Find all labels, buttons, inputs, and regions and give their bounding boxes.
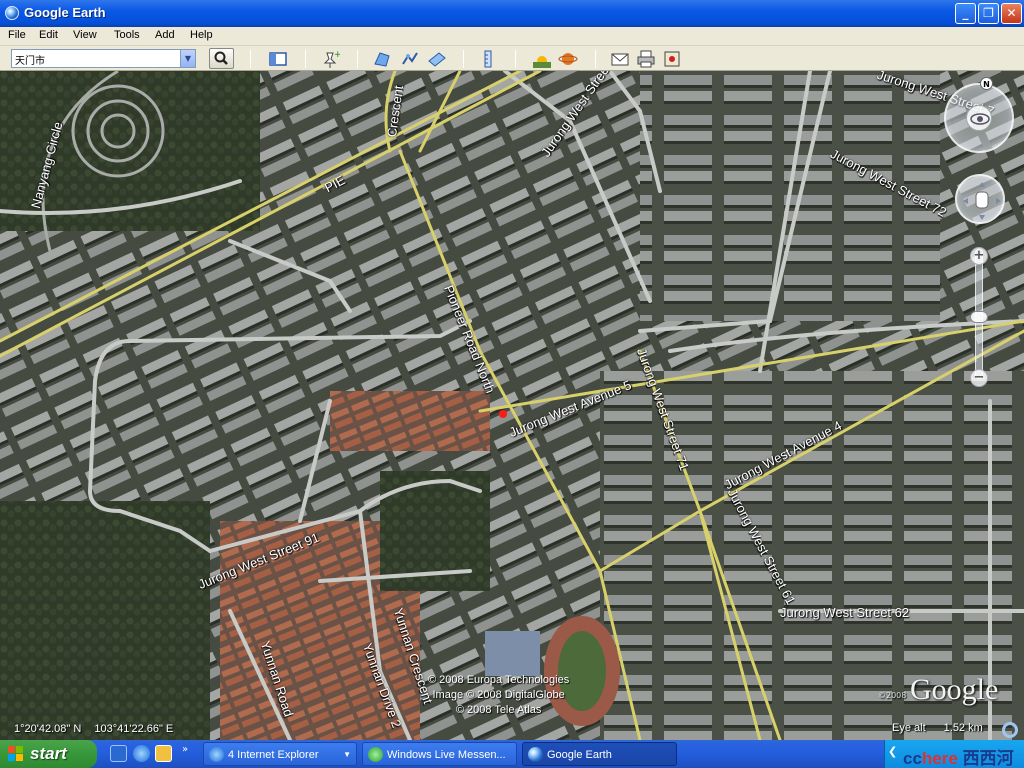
view-in-maps-icon[interactable] <box>662 49 682 69</box>
quick-launch-media-icon[interactable] <box>155 745 172 762</box>
toolbar: 天门市 ▼ + <box>0 46 1024 71</box>
task-internet-explorer[interactable]: 4 Internet Explorer ▼ <box>203 742 357 766</box>
search-input[interactable]: 天门市 <box>11 49 196 68</box>
task-google-earth[interactable]: Google Earth <box>522 742 677 766</box>
look-joystick[interactable] <box>944 83 1014 153</box>
move-joystick[interactable] <box>955 174 1005 224</box>
google-copyright-small: ©2008 <box>878 691 907 700</box>
toolbar-separator <box>515 50 516 68</box>
ruler-icon[interactable] <box>478 49 498 69</box>
eye-altitude: Eye alt 1.52 km <box>892 722 983 734</box>
windows-logo-icon <box>8 746 24 762</box>
quick-launch-windows-icon[interactable] <box>110 745 127 762</box>
sunlight-icon[interactable] <box>532 49 552 69</box>
minimize-button[interactable]: _ <box>955 3 976 24</box>
email-icon[interactable] <box>610 49 630 69</box>
menu-add[interactable]: Add <box>155 29 175 41</box>
zoom-out-button[interactable]: − <box>970 369 988 387</box>
menu-file[interactable]: File <box>8 29 26 41</box>
longitude: 103°41'22.66" E <box>94 723 174 735</box>
tray-expand-icon[interactable]: ❮ <box>888 745 897 758</box>
google-earth-icon <box>5 6 19 20</box>
latitude: 1°20'42.08" N <box>14 723 82 735</box>
menu-tools[interactable]: Tools <box>114 29 140 41</box>
map-view[interactable]: Nanyang Circle Crescent PIE Jurong West … <box>0 71 1024 740</box>
imagery-copyright: © 2008 Europa Technologies Image © 2008 … <box>428 674 570 716</box>
window-title: Google Earth <box>24 5 106 20</box>
messenger-icon <box>368 747 383 762</box>
maximize-button[interactable]: ❐ <box>978 3 999 24</box>
add-path-icon[interactable] <box>400 49 420 69</box>
tray-watermark: cchere 西西河 <box>903 749 1014 768</box>
quick-launch-ie-icon[interactable] <box>133 745 150 762</box>
toolbar-separator <box>305 50 306 68</box>
search-icon <box>214 51 228 65</box>
search-button[interactable] <box>209 48 234 69</box>
start-button[interactable]: start <box>0 740 97 768</box>
location-marker <box>499 410 507 418</box>
system-tray: ❮ cchere 西西河 <box>884 740 1024 768</box>
zoom-slider-thumb[interactable] <box>970 311 988 323</box>
north-indicator[interactable]: N <box>980 77 993 90</box>
add-polygon-icon[interactable] <box>372 49 392 69</box>
menu-edit[interactable]: Edit <box>39 29 58 41</box>
add-placemark-icon[interactable]: + <box>320 49 340 69</box>
streaming-progress-icon <box>1002 722 1018 738</box>
chevron-down-icon[interactable]: ▼ <box>180 50 195 67</box>
eye-icon <box>966 105 992 131</box>
toolbar-separator <box>463 50 464 68</box>
coordinates-readout: 1°20'42.08" N 103°41'22.66" E <box>14 723 183 735</box>
google-logo: Google <box>910 673 999 706</box>
close-button[interactable]: ✕ <box>1001 3 1022 24</box>
quick-launch-expand-icon[interactable]: » <box>182 744 188 755</box>
group-dropdown-icon: ▼ <box>343 750 351 759</box>
menu-bar: File Edit View Tools Add Help <box>0 27 1024 46</box>
hand-icon <box>963 182 1001 220</box>
zoom-in-button[interactable]: + <box>970 247 988 265</box>
task-windows-live-messenger[interactable]: Windows Live Messen... <box>362 742 517 766</box>
ie-icon <box>209 747 224 762</box>
sidebar-toggle-icon[interactable] <box>268 49 288 69</box>
taskbar: start » 4 Internet Explorer ▼ Windows Li… <box>0 740 1024 768</box>
sky-planet-icon[interactable] <box>558 49 578 69</box>
menu-view[interactable]: View <box>73 29 97 41</box>
title-bar: Google Earth _ ❐ ✕ <box>0 0 1024 27</box>
toolbar-separator <box>250 50 251 68</box>
google-earth-icon <box>528 747 543 762</box>
map-label: Jurong West Street 62 <box>780 605 910 620</box>
svg-text:+: + <box>334 50 340 60</box>
toolbar-separator <box>595 50 596 68</box>
toolbar-separator <box>357 50 358 68</box>
add-image-overlay-icon[interactable] <box>427 49 447 69</box>
print-icon[interactable] <box>636 49 656 69</box>
menu-help[interactable]: Help <box>190 29 213 41</box>
